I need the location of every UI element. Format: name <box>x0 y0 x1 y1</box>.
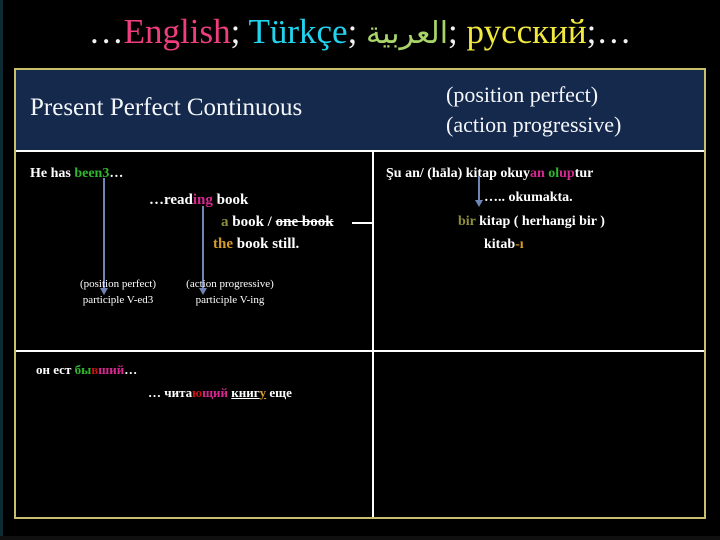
banner-leading-dots: … <box>88 12 124 51</box>
connector-dash-one-book <box>352 222 374 224</box>
russian-chita-suffix: щий <box>202 385 229 400</box>
cell-turkish: Şu an/ (hāla) kitap okuyan oluptur ….. o… <box>374 152 704 350</box>
russian-line-2: … читающий книгу еще <box>148 385 292 401</box>
turkish-line1-prefix: Şu an/ (hāla) kitap okuy <box>386 166 530 181</box>
slide-canvas: …English; Türkçe; العربية; русский;… Pre… <box>0 0 720 540</box>
cell-russian: он ест бывший… … читающий книгу еще <box>16 352 372 517</box>
russian-line2-dots: … <box>148 385 165 400</box>
english-reading-stem: …read <box>149 192 193 208</box>
turkish-line-1: Şu an/ (hāla) kitap okuyan oluptur <box>386 166 593 182</box>
participle-ved3: participle V-ed3 <box>82 294 154 306</box>
banner-separator-4: ; <box>586 12 597 51</box>
arrow-head-turkish <box>475 200 483 207</box>
bottom-edge-strip <box>0 536 720 540</box>
turkish-kitab-suffix: -ı <box>515 237 524 252</box>
english-line2-noun: book <box>212 192 249 208</box>
banner-language-arabic: العربية <box>366 16 449 51</box>
english-line4-noun: book <box>233 236 273 252</box>
participle-labels-row: (position perfect) (action progressive) <box>66 278 290 290</box>
turkish-line-3: bir kitap ( herhangi bir ) <box>458 214 605 230</box>
participle-forms-row: participle V-ed3 participle V-ing <box>66 294 290 306</box>
label-action-progressive: (action progressive) <box>186 278 274 290</box>
turkish-article-bir: bir <box>458 214 476 229</box>
table-body: He has been3… …reading book a book / one… <box>16 152 704 517</box>
russian-byv-root: бы <box>74 362 92 377</box>
english-line3-noun: book / <box>228 214 276 230</box>
russian-chita-yu: ю <box>192 385 203 400</box>
tense-table: Present Perfect Continuous (position per… <box>14 68 706 519</box>
arrow-line-turkish <box>478 176 480 202</box>
english-line-1: He has been3… <box>30 166 123 182</box>
banner-language-turkish: Türkçe <box>248 12 348 51</box>
cell-empty <box>374 352 704 517</box>
english-line-4: the book still. <box>213 236 299 253</box>
turkish-suffix-up: up <box>559 166 575 181</box>
english-line4-still: still. <box>272 236 300 252</box>
label-position-perfect: (position perfect) <box>79 278 157 290</box>
cell-english: He has been3… …reading book a book / one… <box>16 152 374 350</box>
table-header: Present Perfect Continuous (position per… <box>16 70 704 152</box>
banner-language-russian: русский <box>466 12 587 51</box>
english-line-2: …reading book <box>149 192 248 209</box>
left-edge-strip <box>0 0 3 540</box>
turkish-stem-ol: ol <box>548 166 560 181</box>
turkish-suffix-an: an <box>529 166 545 181</box>
turkish-line-2: ….. okumakta. <box>484 190 573 205</box>
participle-ving: participle V-ing <box>195 294 265 306</box>
tense-title: Present Perfect Continuous <box>30 94 303 121</box>
subtitle-action-progressive: (action progressive) <box>446 112 622 137</box>
russian-chita-stem: чита <box>164 385 193 400</box>
russian-line2-tail: еще <box>266 385 292 400</box>
subtitle-position-perfect: (position perfect) <box>446 82 599 107</box>
banner-separator-2: ; <box>347 12 358 51</box>
english-struck-one-book: one book <box>275 214 334 230</box>
banner-separator-1: ; <box>230 12 241 51</box>
english-article-the: the <box>213 236 233 252</box>
language-banner: …English; Türkçe; العربية; русский;… <box>0 6 720 58</box>
russian-noun-knig: книг <box>231 385 260 400</box>
russian-line-1: он ест бывший… <box>36 362 137 378</box>
russian-subject: он ест <box>36 362 75 377</box>
turkish-suffix-tur: tur <box>574 166 594 181</box>
turkish-line3-rest: kitap ( herhangi bir ) <box>475 214 605 229</box>
turkish-line-4: kitab-ı <box>484 237 524 253</box>
tense-subtitle: (position perfect) (action progressive) <box>446 80 621 140</box>
english-subject: He has <box>30 166 75 181</box>
english-line-3: a book / one book <box>221 214 334 231</box>
banner-trailing-dots: … <box>596 12 632 51</box>
english-article-a: a <box>221 214 229 230</box>
english-line1-dots: … <box>109 166 124 181</box>
banner-separator-3: ; <box>448 12 458 51</box>
arrow-line-been <box>103 178 105 290</box>
russian-byv-suffix: ший <box>98 362 125 377</box>
turkish-kitab-stem: kitab <box>484 237 516 252</box>
russian-line1-dots: … <box>124 362 138 377</box>
banner-language-english: English <box>123 12 231 51</box>
